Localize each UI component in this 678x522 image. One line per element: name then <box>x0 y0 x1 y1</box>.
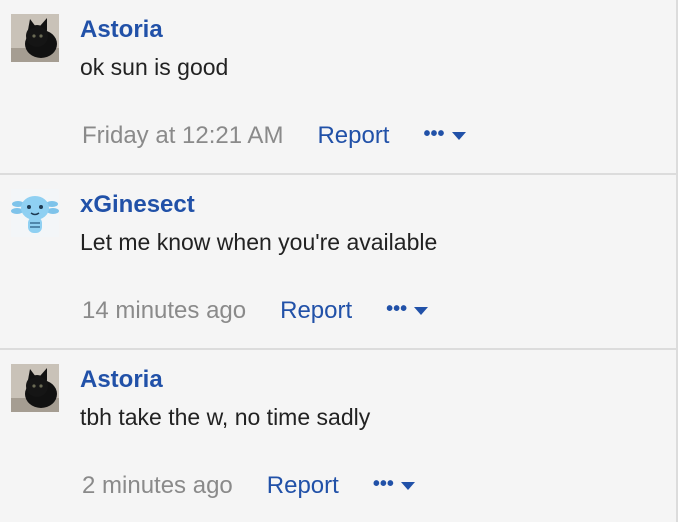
comment-meta: 14 minutes ago Report ••• <box>82 296 429 326</box>
ellipsis-icon: ••• <box>372 473 394 495</box>
comment-item: Astoria tbh take the w, no time sadly 2 … <box>0 350 676 522</box>
comment-item: xGinesect Let me know when you're availa… <box>0 175 676 350</box>
comment-thread: Astoria ok sun is good Friday at 12:21 A… <box>0 0 678 522</box>
caret-down-icon <box>451 132 466 140</box>
comment-text: tbh take the w, no time sadly <box>80 404 371 430</box>
report-link[interactable]: Report <box>317 122 389 150</box>
comment-timestamp[interactable]: 2 minutes ago <box>82 472 233 500</box>
comment-meta: 2 minutes ago Report ••• <box>82 471 415 501</box>
comment-author[interactable]: Astoria <box>80 16 163 44</box>
ellipsis-icon: ••• <box>423 123 445 145</box>
more-options-button[interactable]: ••• <box>423 123 466 146</box>
user-avatar[interactable] <box>11 14 59 62</box>
user-avatar[interactable] <box>11 189 59 237</box>
comment-timestamp[interactable]: Friday at 12:21 AM <box>82 122 283 150</box>
more-options-button[interactable]: ••• <box>372 473 415 496</box>
black-cat-avatar-icon <box>11 364 59 412</box>
more-options-button[interactable]: ••• <box>386 298 429 321</box>
comment-text: Let me know when you're available <box>80 229 438 255</box>
comment-item: Astoria ok sun is good Friday at 12:21 A… <box>0 0 676 175</box>
comment-author[interactable]: xGinesect <box>80 191 195 219</box>
comment-text: ok sun is good <box>80 54 229 80</box>
caret-down-icon <box>400 482 415 490</box>
report-link[interactable]: Report <box>280 297 352 325</box>
comment-author[interactable]: Astoria <box>80 366 163 394</box>
black-cat-avatar-icon <box>11 14 59 62</box>
axolotl-avatar-icon <box>11 189 59 237</box>
comment-timestamp[interactable]: 14 minutes ago <box>82 297 246 325</box>
ellipsis-icon: ••• <box>386 298 408 320</box>
caret-down-icon <box>414 307 429 315</box>
user-avatar[interactable] <box>11 364 59 412</box>
report-link[interactable]: Report <box>267 472 339 500</box>
comment-meta: Friday at 12:21 AM Report ••• <box>82 121 466 151</box>
